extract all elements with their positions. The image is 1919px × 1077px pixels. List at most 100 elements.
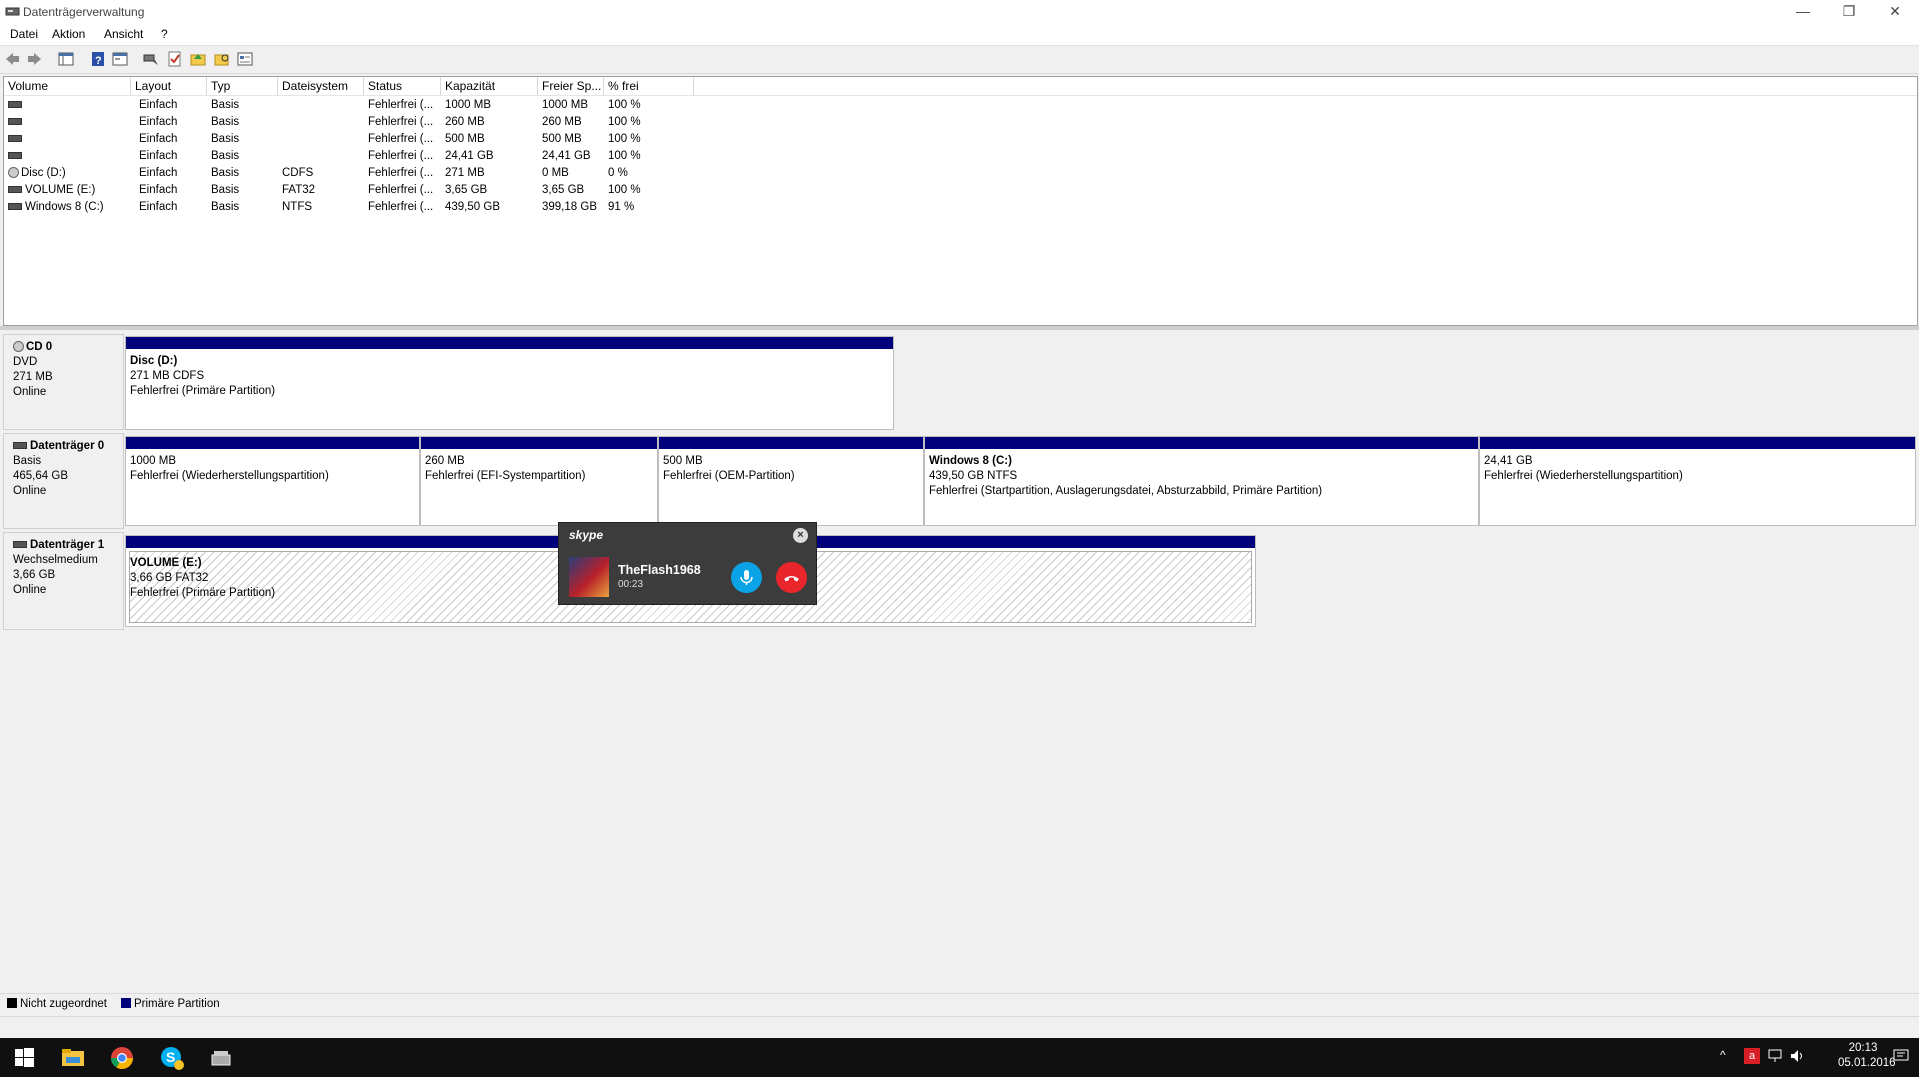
microphone-button[interactable] (731, 562, 762, 593)
checklist-icon[interactable] (167, 51, 183, 67)
capacity-cell: 1000 MB (445, 99, 492, 111)
volume-icon[interactable] (1790, 1049, 1806, 1066)
table-row[interactable]: Einfach Basis Fehlerfrei (... 260 MB 260… (4, 114, 1917, 131)
percent-free-cell: 100 % (608, 184, 641, 196)
drive-icon (8, 135, 22, 143)
menu-aktion[interactable]: Aktion (52, 27, 85, 41)
partition-disc-d[interactable]: Disc (D:) 271 MB CDFS Fehlerfrei (Primär… (125, 336, 894, 430)
partition-size: 271 MB CDFS (130, 370, 205, 382)
column-header-prozent-frei[interactable]: % frei (604, 77, 694, 95)
free-space-cell: 500 MB (542, 133, 582, 145)
chevron-up-icon[interactable]: ^ (1720, 1048, 1726, 1062)
view-icon[interactable] (237, 51, 253, 67)
close-button[interactable]: ✕ (1872, 0, 1918, 24)
partition-bar (925, 437, 1478, 449)
menu-ansicht[interactable]: Ansicht (104, 27, 143, 41)
clock-date[interactable]: 05.01.2016 (1838, 1056, 1896, 1071)
hang-up-button[interactable] (776, 562, 807, 593)
partition-size: 500 MB (663, 455, 703, 467)
table-row[interactable]: VOLUME (E:) Einfach Basis FAT32 Fehlerfr… (4, 182, 1917, 199)
network-icon[interactable] (1768, 1049, 1784, 1066)
windows-start-icon[interactable] (12, 1045, 38, 1071)
disk-state: Online (13, 485, 47, 497)
fs-cell (278, 114, 364, 131)
column-header-kapazitaet[interactable]: Kapazität (441, 77, 538, 95)
disk-management-taskbar-icon[interactable] (208, 1045, 234, 1071)
status-cell: Fehlerfrei (... (368, 201, 434, 213)
close-icon[interactable]: × (793, 528, 808, 543)
partition-efi-260mb[interactable]: 260 MB Fehlerfrei (EFI-Systempartition) (420, 436, 658, 526)
partition-size: 260 MB (425, 455, 465, 467)
caller-name: TheFlash1968 (618, 563, 701, 577)
table-row[interactable]: Einfach Basis Fehlerfrei (... 24,41 GB 2… (4, 148, 1917, 165)
column-header-layout[interactable]: Layout (131, 77, 207, 95)
table-row[interactable]: Einfach Basis Fehlerfrei (... 500 MB 500… (4, 131, 1917, 148)
skype-logo: skype (569, 528, 604, 542)
restore-button[interactable]: ❐ (1826, 0, 1872, 24)
disk-label-disk0[interactable]: Datenträger 0 Basis 465,64 GB Online (3, 433, 124, 529)
fs-cell (278, 148, 364, 165)
forward-icon[interactable] (27, 51, 43, 67)
volume-list: Volume Layout Typ Dateisystem Status Kap… (3, 76, 1918, 326)
pane-splitter[interactable] (0, 326, 1919, 330)
disk-size: 3,66 GB (13, 569, 56, 581)
layout-cell: Einfach (139, 116, 178, 128)
connect-icon[interactable] (143, 51, 159, 67)
partition-oem-500mb[interactable]: 500 MB Fehlerfrei (OEM-Partition) (658, 436, 924, 526)
free-space-cell: 3,65 GB (542, 184, 585, 196)
console-tree-icon[interactable] (58, 51, 74, 67)
partition-bar (421, 437, 657, 449)
clock-time[interactable]: 20:13 (1838, 1041, 1888, 1056)
back-icon[interactable] (4, 51, 20, 67)
fs-cell (278, 131, 364, 148)
minimize-button[interactable]: — (1780, 0, 1826, 24)
table-row[interactable]: Disc (D:) Einfach Basis CDFS Fehlerfrei … (4, 165, 1917, 182)
column-header-volume[interactable]: Volume (4, 77, 131, 95)
volume-name: VOLUME (E:) (25, 184, 96, 196)
menu-datei[interactable]: Datei (10, 27, 38, 41)
type-cell: Basis (211, 184, 240, 196)
disk-label-cd0[interactable]: CD 0 DVD 271 MB Online (3, 334, 124, 430)
drive-icon (8, 152, 22, 160)
chrome-icon[interactable] (109, 1045, 135, 1071)
partition-windows-c[interactable]: Windows 8 (C:) 439,50 GB NTFS Fehlerfrei… (924, 436, 1479, 526)
skype-call-popup[interactable]: skype × TheFlash1968 00:23 (558, 522, 817, 605)
menu-help[interactable]: ? (161, 27, 168, 41)
type-cell: Basis (211, 99, 240, 111)
help-icon[interactable]: ? (90, 51, 106, 67)
properties-icon[interactable] (112, 51, 128, 67)
status-cell: Fehlerfrei (... (368, 167, 434, 179)
svg-text:?: ? (95, 55, 102, 67)
table-row[interactable]: Einfach Basis Fehlerfrei (... 1000 MB 10… (4, 97, 1917, 114)
cd-drive-icon (13, 341, 24, 353)
disk-size: 465,64 GB (13, 470, 68, 482)
folder-search-icon[interactable] (214, 51, 230, 67)
table-row[interactable]: Windows 8 (C:) Einfach Basis NTFS Fehler… (4, 199, 1917, 216)
notification-icon[interactable] (1893, 1049, 1909, 1066)
drive-icon (8, 101, 22, 109)
file-explorer-icon[interactable] (60, 1045, 86, 1071)
disk-name: Datenträger 0 (30, 440, 105, 452)
partition-recovery-24gb[interactable]: 24,41 GB Fehlerfrei (Wiederherstellungsp… (1479, 436, 1916, 526)
partition-status: Fehlerfrei (Wiederherstellungspartition) (130, 470, 329, 482)
partition-status: Fehlerfrei (Primäre Partition) (130, 385, 276, 397)
layout-cell: Einfach (139, 184, 178, 196)
status-cell: Fehlerfrei (... (368, 150, 434, 162)
disk-label-disk1[interactable]: Datenträger 1 Wechselmedium 3,66 GB Onli… (3, 532, 124, 630)
column-header-typ[interactable]: Typ (207, 77, 278, 95)
partition-size: 1000 MB (130, 455, 177, 467)
primary-swatch (121, 998, 131, 1008)
status-cell: Fehlerfrei (... (368, 133, 434, 145)
fs-cell: FAT32 (282, 184, 316, 196)
percent-free-cell: 100 % (608, 150, 641, 162)
column-header-freier-speicher[interactable]: Freier Sp... (538, 77, 604, 95)
partition-recovery-1000mb[interactable]: 1000 MB Fehlerfrei (Wiederherstellungspa… (125, 436, 420, 526)
skype-taskbar-icon[interactable]: S (159, 1045, 185, 1071)
folder-up-icon[interactable] (190, 51, 206, 67)
antivirus-icon[interactable]: a (1744, 1048, 1760, 1064)
unallocated-swatch (7, 998, 17, 1008)
drive-icon (8, 203, 22, 211)
column-header-dateisystem[interactable]: Dateisystem (278, 77, 364, 95)
disk-type: Wechselmedium (13, 554, 98, 566)
column-header-status[interactable]: Status (364, 77, 441, 95)
